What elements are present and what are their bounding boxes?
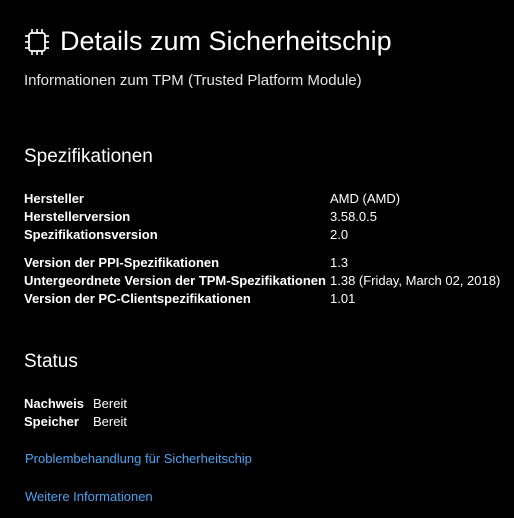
spec-label: Untergeordnete Version der TPM-Spezifika…	[24, 273, 326, 288]
spec-value: 1.01	[330, 291, 356, 306]
spec-row-tpm-sub-version: Untergeordnete Version der TPM-Spezifika…	[24, 272, 504, 290]
spec-label: Spezifikationsversion	[24, 227, 158, 242]
specifications-heading: Spezifikationen	[24, 146, 153, 167]
status-label: Nachweis	[24, 396, 84, 411]
spec-label: Version der PPI-Spezifikationen	[24, 255, 220, 270]
more-info-link[interactable]: Weitere Informationen	[25, 489, 153, 504]
status-value: Bereit	[93, 414, 127, 429]
spec-row-ppi-version: Version der PPI-Spezifikationen 1.3	[24, 254, 504, 272]
chip-icon	[25, 28, 49, 55]
page-title: Details zum Sicherheitschip	[60, 26, 392, 56]
spec-row-manufacturer: Hersteller AMD (AMD)	[24, 190, 504, 208]
status-row-storage: Speicher Bereit	[24, 413, 127, 431]
spec-label: Version der PC-Clientspezifikationen	[24, 291, 251, 306]
page-subtitle: Informationen zum TPM (Trusted Platform …	[24, 72, 362, 89]
spec-label: Hersteller	[24, 191, 84, 206]
status-label: Speicher	[24, 414, 79, 429]
status-heading: Status	[24, 351, 78, 372]
troubleshoot-link[interactable]: Problembehandlung für Sicherheitschip	[25, 451, 252, 466]
spec-row-pc-client-version: Version der PC-Clientspezifikationen 1.0…	[24, 290, 504, 308]
spec-value: AMD (AMD)	[330, 191, 401, 206]
spec-row-manufacturer-version: Herstellerversion 3.58.0.5	[24, 208, 504, 226]
spec-value: 1.38 (Friday, March 02, 2018)	[330, 273, 501, 288]
status-value: Bereit	[93, 396, 127, 411]
spec-row-spec-version: Spezifikationsversion 2.0	[24, 226, 504, 244]
spec-value: 1.3	[330, 255, 349, 270]
spec-value: 3.58.0.5	[330, 209, 377, 224]
spec-value: 2.0	[330, 227, 349, 242]
page-header: Details zum Sicherheitschip	[24, 26, 392, 57]
spec-label: Herstellerversion	[24, 209, 131, 224]
status-row-attestation: Nachweis Bereit	[24, 395, 127, 413]
